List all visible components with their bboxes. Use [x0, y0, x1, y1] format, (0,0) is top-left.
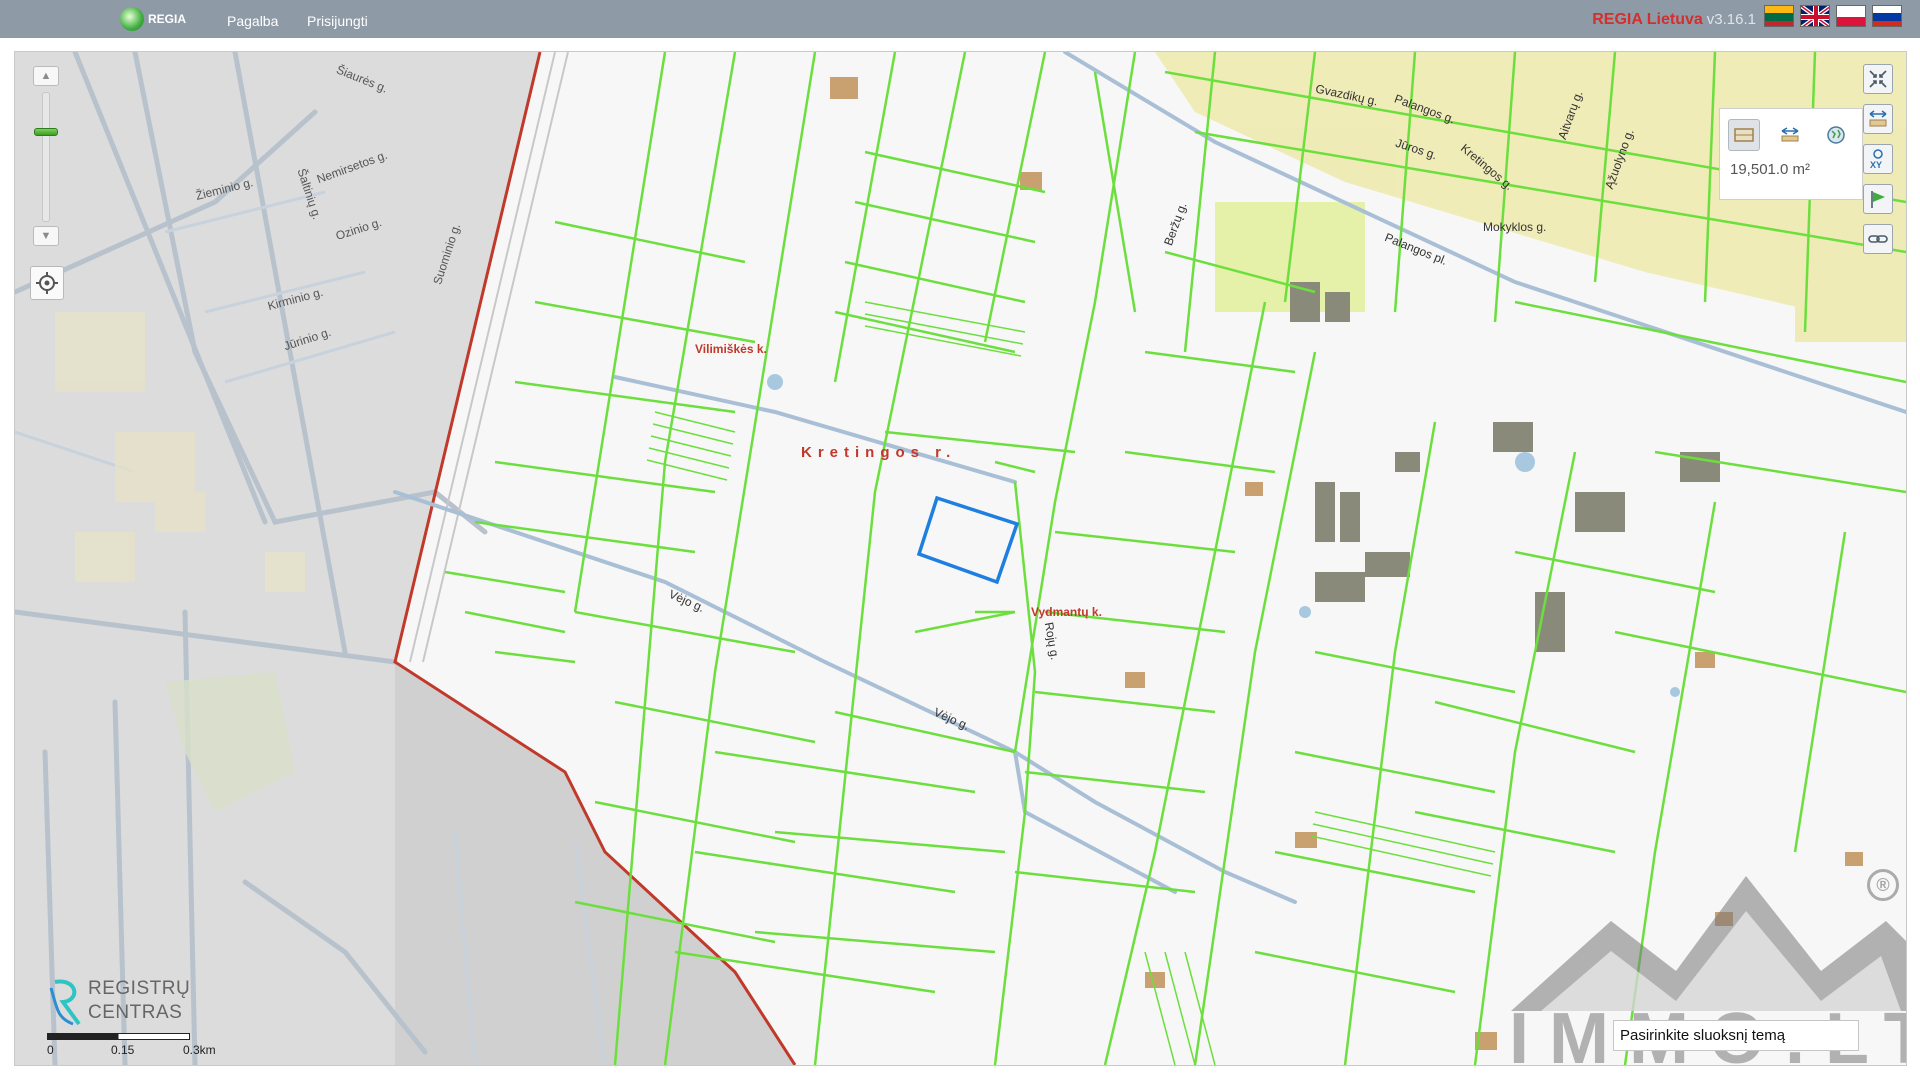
street-label-mokyklos: Mokyklos g.: [1483, 220, 1547, 234]
flag-button[interactable]: [1863, 184, 1893, 214]
fullscreen-icon: [1869, 70, 1887, 88]
zoom-slider-handle[interactable]: [34, 128, 58, 136]
brand-name: REGIA Lietuva: [1592, 11, 1703, 28]
area-label-vydmantu: Vydmantų k.: [1031, 605, 1102, 619]
ruler-button[interactable]: [1863, 104, 1893, 134]
scale-label-end: 0.3km: [183, 1043, 216, 1057]
globe-icon: [1827, 126, 1845, 144]
registered-icon: ®: [1867, 869, 1899, 901]
crosshair-icon: [36, 272, 58, 294]
flag-lt-icon[interactable]: [1764, 5, 1794, 27]
menu-help[interactable]: Pagalba: [227, 13, 278, 29]
locate-button[interactable]: [30, 266, 64, 300]
flag-ru-icon[interactable]: [1872, 5, 1902, 27]
menu-login[interactable]: Prisijungti: [307, 13, 368, 29]
scale-label-mid: 0.15: [111, 1043, 135, 1057]
regia-logo[interactable]: REGIA: [120, 6, 186, 32]
distance-measure-icon: [1781, 127, 1799, 142]
scale-bar: 0 0.15 0.3km: [47, 1029, 227, 1059]
regia-logo-icon: [120, 7, 144, 31]
xy-coordinates-button[interactable]: XY: [1863, 144, 1893, 174]
logo-line2: CENTRAS: [88, 1002, 183, 1023]
svg-text:XY: XY: [1870, 160, 1882, 170]
scale-label-0: 0: [47, 1043, 54, 1057]
fullscreen-button[interactable]: [1863, 64, 1893, 94]
area-measure-button[interactable]: [1728, 119, 1760, 151]
globe-measure-button[interactable]: [1820, 119, 1852, 151]
flag-en-icon[interactable]: [1800, 5, 1830, 27]
area-label-vilimiskes: Vilimiškės k.: [695, 342, 767, 356]
regia-logo-text: REGIA: [148, 12, 187, 26]
measure-panel: 19,501.0 m²: [1719, 108, 1863, 200]
area-label-kretingos: Kretingos r.: [801, 444, 957, 461]
measure-value: 19,501.0 m²: [1730, 161, 1811, 178]
zoom-in-button[interactable]: ▲: [33, 66, 59, 86]
layer-theme-select[interactable]: Pasirinkite sluoksnį temą: [1613, 1020, 1859, 1051]
registru-centras-mark-icon: [49, 979, 81, 1026]
distance-measure-button[interactable]: [1774, 119, 1806, 151]
map-viewport[interactable]: Vilimiškės k. Kretingos r. Vydmantų k. Š…: [14, 51, 1907, 1066]
version-label: v3.16.1: [1706, 11, 1756, 28]
brand-title: REGIA Lietuva v3.16.1: [1592, 11, 1756, 29]
link-icon: [1868, 235, 1888, 243]
zoom-control: ▲ ▼: [30, 66, 62, 251]
registru-centras-logo: REGISTRŲ CENTRAS: [47, 976, 207, 1028]
ruler-icon: [1869, 110, 1887, 127]
xy-icon: XY: [1870, 149, 1883, 170]
top-bar: REGIA Pagalba Prisijungti REGIA Lietuva v…: [0, 0, 1920, 38]
zoom-out-button[interactable]: ▼: [33, 226, 59, 246]
scale-bar-graphic: [47, 1033, 190, 1040]
logo-line1: REGISTRŲ: [88, 978, 191, 999]
area-measure-icon: [1734, 128, 1754, 142]
flag-icon: [1871, 191, 1885, 208]
zoom-slider-track[interactable]: [42, 92, 50, 222]
link-button[interactable]: [1863, 224, 1893, 254]
flag-pl-icon[interactable]: [1836, 5, 1866, 27]
